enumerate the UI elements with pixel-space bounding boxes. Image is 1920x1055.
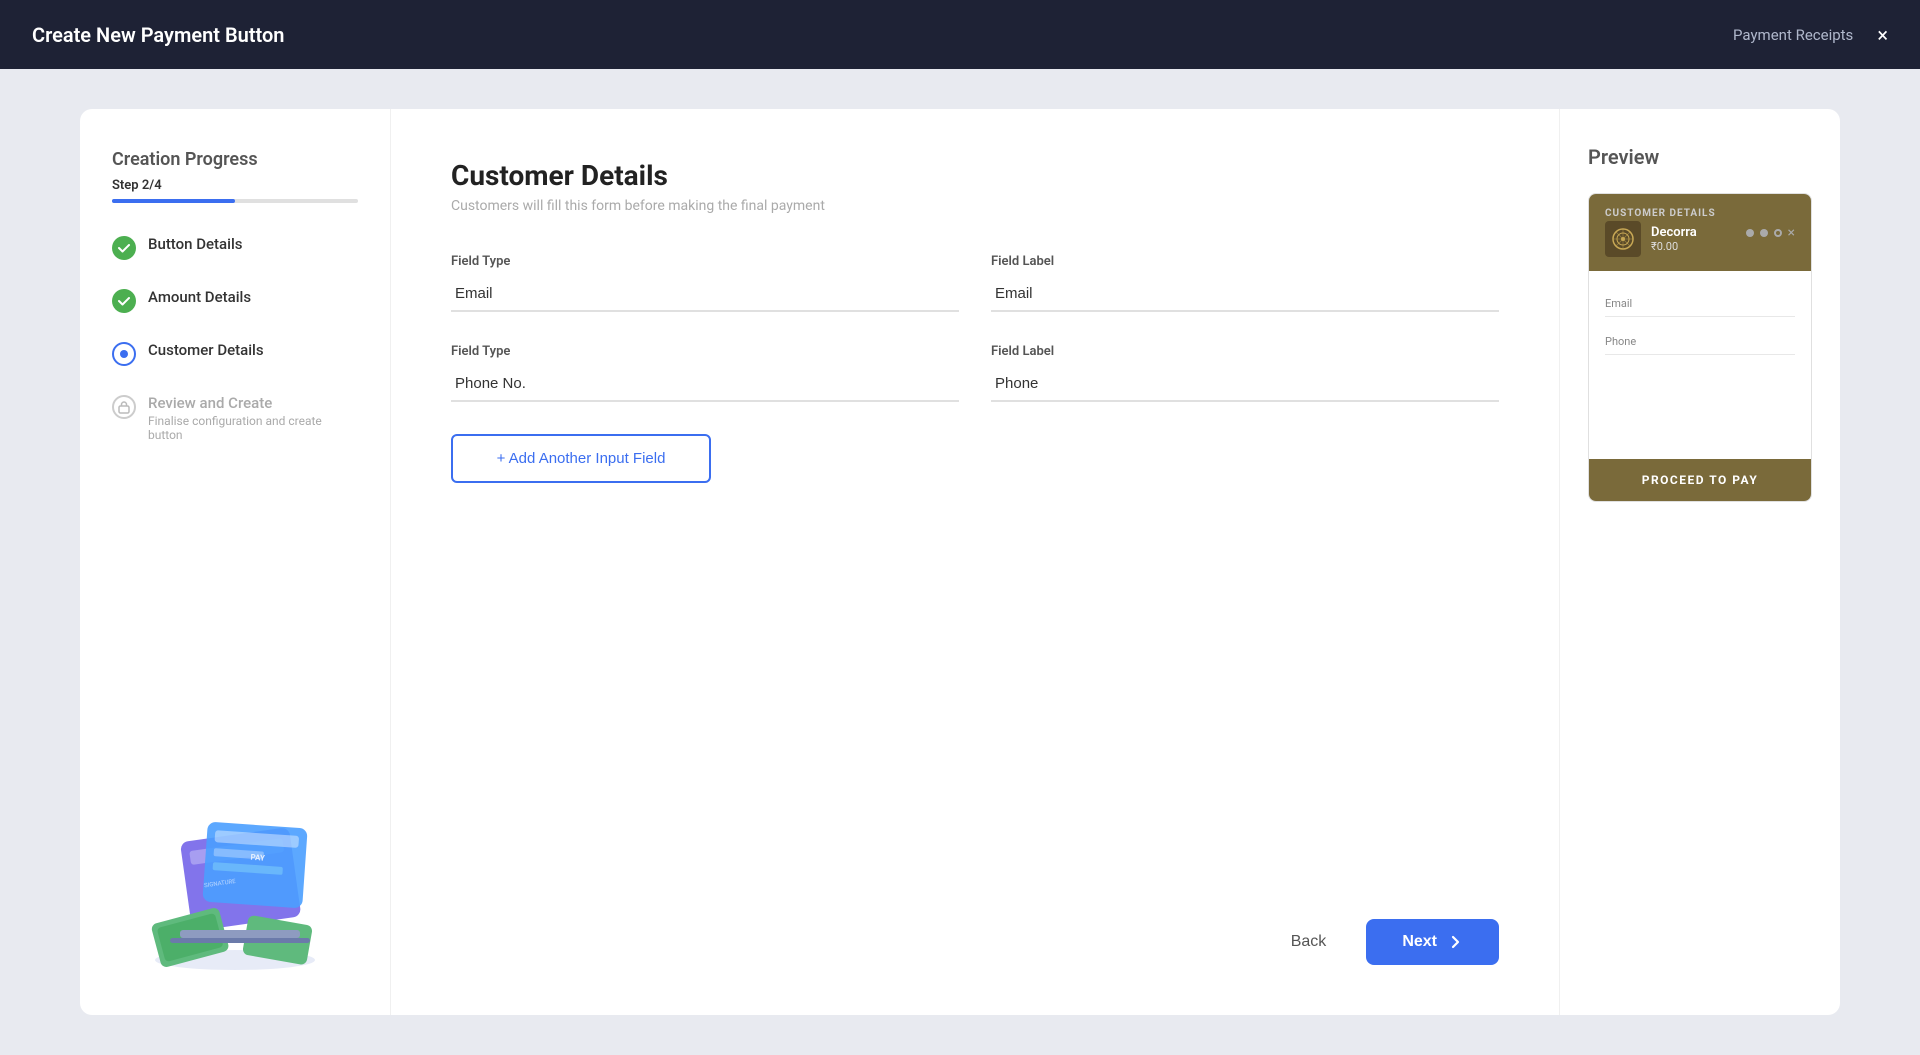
bottom-nav: Back Next: [451, 879, 1499, 965]
header: Create New Payment Button Payment Receip…: [0, 0, 1920, 69]
step-sub-review-create: Finalise configuration and create button: [148, 414, 358, 442]
preview-panel: Preview CUSTOMER DETAILS: [1560, 109, 1840, 1015]
active-dot: [120, 350, 128, 358]
field-type-group-2: Field Type: [451, 344, 959, 402]
field-type-group-1: Field Type: [451, 254, 959, 312]
field-type-input-1[interactable]: [451, 277, 959, 312]
step-name-button-details: Button Details: [148, 235, 358, 253]
steps-list: Button Details Amount Details: [112, 235, 358, 442]
preview-card: CUSTOMER DETAILS: [1588, 193, 1812, 502]
preview-merchant-info: Decorra ₹0.00: [1651, 225, 1697, 253]
preview-avatar: [1605, 221, 1641, 257]
field-label-input-1[interactable]: [991, 277, 1499, 312]
creation-progress-title: Creation Progress: [112, 149, 358, 170]
preview-spacer: [1605, 363, 1795, 443]
back-button[interactable]: Back: [1271, 921, 1347, 963]
chevron-right-icon: [1447, 934, 1463, 950]
form-row-2: Field Type Field Label: [451, 344, 1499, 402]
step-icon-amount-details: [112, 289, 136, 313]
field-label-group-2: Field Label: [991, 344, 1499, 402]
preview-merchant-amount: ₹0.00: [1651, 240, 1697, 253]
form-row-1: Field Type Field Label: [451, 254, 1499, 312]
preview-proceed-button[interactable]: PROCEED TO PAY: [1589, 459, 1811, 501]
field-label-label-1: Field Label: [991, 254, 1499, 269]
preview-dot-3: [1774, 229, 1782, 237]
step-name-review-create: Review and Create: [148, 394, 358, 412]
progress-bar-track: [112, 199, 358, 203]
next-button[interactable]: Next: [1366, 919, 1499, 965]
preview-header-label: CUSTOMER DETAILS: [1605, 208, 1716, 219]
step-icon-button-details: [112, 236, 136, 260]
preview-field-phone: Phone: [1605, 325, 1795, 355]
step-text-amount-details: Amount Details: [148, 288, 358, 306]
preview-merchant-name: Decorra: [1651, 225, 1697, 240]
lock-icon: [117, 400, 131, 414]
step-text-customer-details: Customer Details: [148, 341, 358, 359]
preview-field-email: Email: [1605, 287, 1795, 317]
field-type-label-2: Field Type: [451, 344, 959, 359]
step-text-button-details: Button Details: [148, 235, 358, 253]
preview-title: Preview: [1588, 145, 1812, 169]
customer-details-subtitle: Customers will fill this form before mak…: [451, 198, 1499, 214]
main-container: Creation Progress Step 2/4 Button Detail…: [0, 69, 1920, 1055]
page-title: Create New Payment Button: [32, 23, 284, 47]
mandala-icon: [1611, 227, 1635, 251]
preview-dot-2: [1760, 229, 1768, 237]
check-icon-2: [117, 294, 131, 308]
progress-bar-fill: [112, 199, 235, 203]
preview-field-label-email: Email: [1605, 297, 1795, 310]
field-label-group-1: Field Label: [991, 254, 1499, 312]
preview-dot-1: [1746, 229, 1754, 237]
payment-receipts-link[interactable]: Payment Receipts: [1733, 26, 1853, 44]
illustration: PAY SIGNATURE: [112, 474, 358, 975]
preview-close-icon[interactable]: ×: [1788, 225, 1795, 241]
add-field-button[interactable]: + Add Another Input Field: [451, 434, 711, 483]
step-icon-review-create: [112, 395, 136, 419]
preview-card-header: CUSTOMER DETAILS: [1589, 194, 1811, 271]
check-icon: [117, 241, 131, 255]
field-type-input-2[interactable]: [451, 367, 959, 402]
step-item-review-create: Review and Create Finalise configuration…: [112, 394, 358, 442]
preview-header-top: CUSTOMER DETAILS: [1605, 208, 1716, 257]
step-name-amount-details: Amount Details: [148, 288, 358, 306]
step-item-button-details: Button Details: [112, 235, 358, 260]
field-label-label-2: Field Label: [991, 344, 1499, 359]
sidebar: Creation Progress Step 2/4 Button Detail…: [80, 109, 390, 1015]
payment-illustration: PAY SIGNATURE: [125, 775, 345, 975]
preview-header-controls: ×: [1746, 225, 1795, 241]
preview-card-header-left: Decorra ₹0.00: [1605, 221, 1716, 257]
next-button-label: Next: [1402, 933, 1437, 951]
field-type-label-1: Field Type: [451, 254, 959, 269]
customer-details-title: Customer Details: [451, 159, 1499, 192]
step-name-customer-details: Customer Details: [148, 341, 358, 359]
close-icon[interactable]: ×: [1877, 25, 1888, 45]
step-icon-customer-details: [112, 342, 136, 366]
step-text-review-create: Review and Create Finalise configuration…: [148, 394, 358, 442]
step-item-amount-details: Amount Details: [112, 288, 358, 313]
header-right: Payment Receipts ×: [1733, 25, 1888, 45]
field-label-input-2[interactable]: [991, 367, 1499, 402]
step-item-customer-details: Customer Details: [112, 341, 358, 366]
step-label: Step 2/4: [112, 178, 358, 193]
svg-text:PAY: PAY: [250, 853, 265, 863]
center-content: Customer Details Customers will fill thi…: [390, 109, 1560, 1015]
preview-body: Email Phone: [1589, 271, 1811, 459]
preview-field-label-phone: Phone: [1605, 335, 1795, 348]
